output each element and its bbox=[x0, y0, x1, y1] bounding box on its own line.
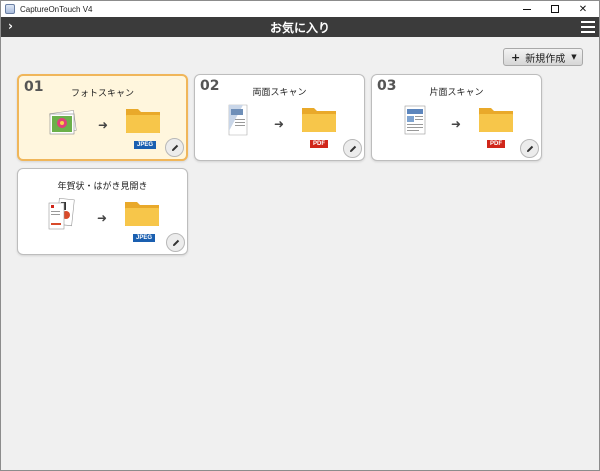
folder-icon bbox=[302, 108, 336, 132]
close-button[interactable]: ✕ bbox=[569, 1, 597, 17]
new-job-button[interactable]: + 新規作成 ▼ bbox=[503, 48, 583, 66]
folder-icon bbox=[126, 109, 160, 133]
maximize-button[interactable] bbox=[541, 1, 569, 17]
job-card-postcard[interactable]: 年賀状・はがき見開き ➜ JPEG bbox=[17, 168, 188, 255]
job-name: 両面スキャン bbox=[252, 88, 307, 98]
window-titlebar: CaptureOnTouch V4 ✕ bbox=[1, 1, 599, 17]
duplex-document-icon bbox=[228, 104, 248, 136]
photo-stack-icon bbox=[49, 110, 77, 135]
job-name: 年賀状・はがき見開き bbox=[57, 182, 148, 192]
job-card-03[interactable]: 03 片面スキャン ➜ PDF bbox=[371, 74, 542, 161]
simplex-document-icon bbox=[404, 105, 426, 135]
minimize-icon bbox=[523, 9, 531, 10]
arrow-right-icon: ➜ bbox=[98, 118, 109, 132]
job-card-02[interactable]: 02 両面スキャン ➜ PDF bbox=[194, 74, 365, 161]
hamburger-menu-icon[interactable] bbox=[581, 21, 595, 33]
pencil-icon bbox=[172, 239, 179, 246]
job-name: フォトスキャン bbox=[70, 89, 134, 99]
edit-button[interactable] bbox=[165, 138, 184, 157]
format-badge: JPEG bbox=[134, 141, 157, 149]
format-badge: JPEG bbox=[133, 234, 156, 242]
format-badge: PDF bbox=[487, 140, 505, 148]
caret-down-icon: ▼ bbox=[571, 53, 577, 61]
postcard-icon bbox=[48, 198, 75, 230]
new-job-label: 新規作成 bbox=[525, 53, 566, 65]
arrow-right-icon: ➜ bbox=[274, 117, 285, 131]
job-card-01[interactable]: 01 フォトスキャン ➜ JPEG bbox=[17, 74, 188, 161]
arrow-right-icon: ➜ bbox=[451, 117, 462, 131]
maximize-icon bbox=[551, 5, 559, 13]
app-header: › お気に入り bbox=[1, 17, 599, 37]
app-icon bbox=[5, 4, 15, 14]
pencil-icon bbox=[349, 145, 356, 152]
folder-icon bbox=[125, 202, 159, 226]
page-title: お気に入り bbox=[269, 21, 330, 35]
format-badge: PDF bbox=[310, 140, 328, 148]
job-name: 片面スキャン bbox=[429, 88, 484, 98]
minimize-button[interactable] bbox=[513, 1, 541, 17]
window-title: CaptureOnTouch V4 bbox=[20, 4, 93, 14]
pencil-icon bbox=[526, 145, 533, 152]
arrow-right-icon: ➜ bbox=[97, 211, 108, 225]
close-icon: ✕ bbox=[578, 3, 588, 15]
plus-icon: + bbox=[511, 50, 521, 64]
edit-button[interactable] bbox=[343, 139, 362, 158]
pencil-icon bbox=[171, 144, 178, 151]
edit-button[interactable] bbox=[520, 139, 539, 158]
edit-button[interactable] bbox=[166, 233, 185, 252]
folder-icon bbox=[479, 108, 513, 132]
